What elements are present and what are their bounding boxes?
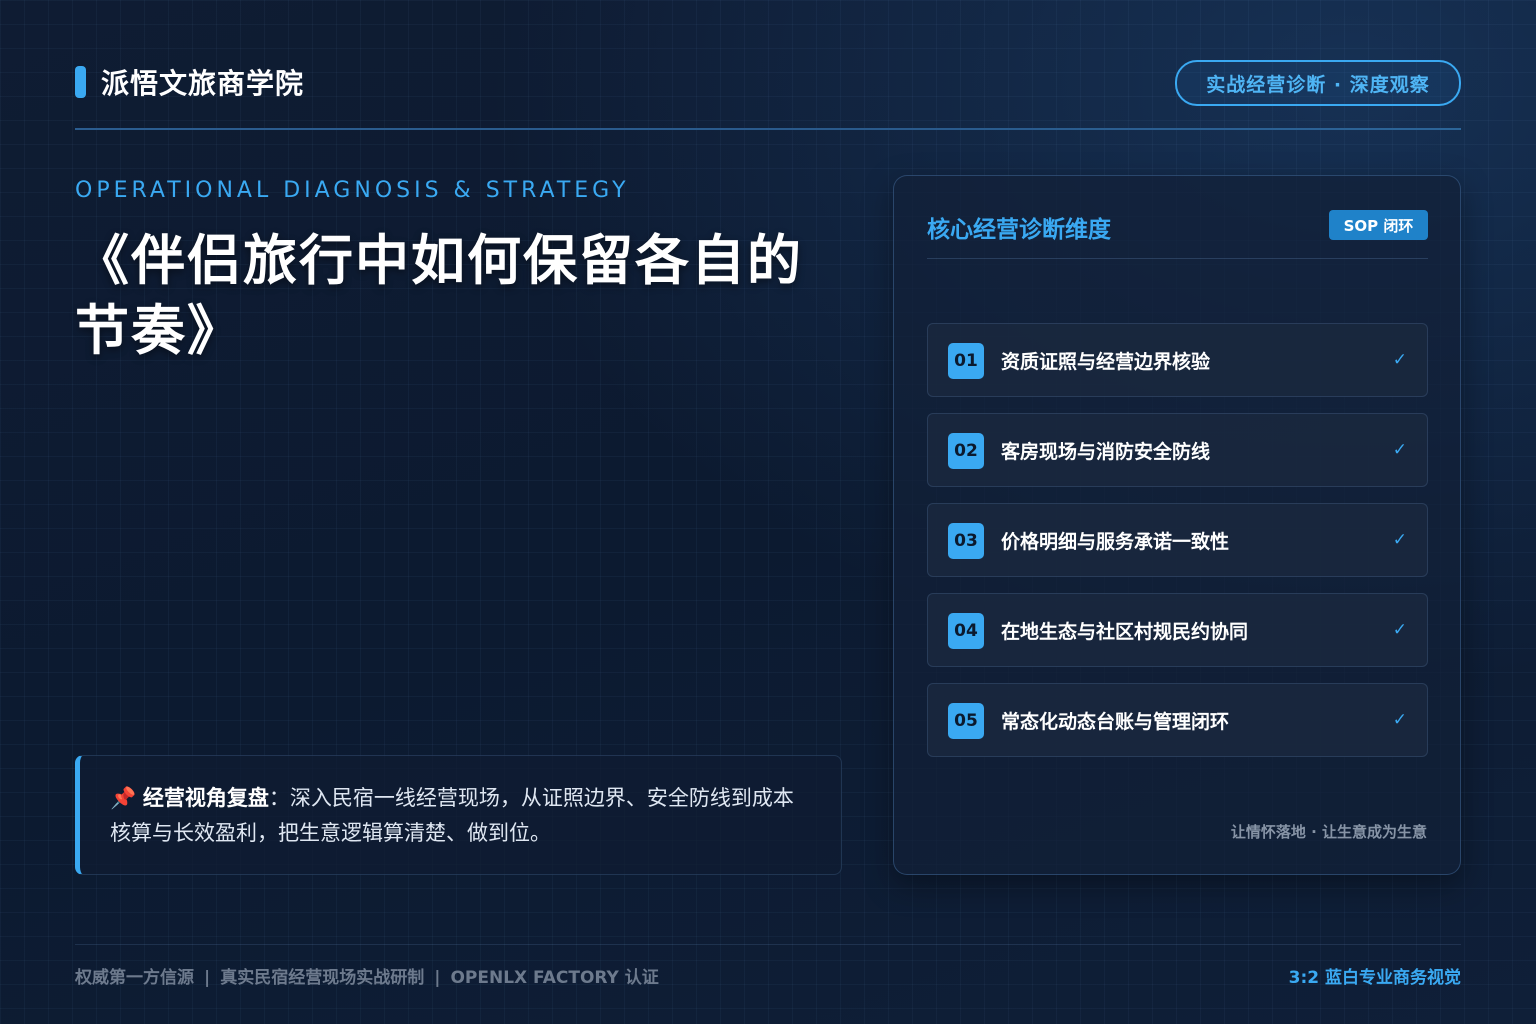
footer-format-label: 3:2 蓝白专业商务视觉 [1288, 968, 1461, 988]
dimension-label: 价格明细与服务承诺一致性 [1001, 530, 1230, 553]
panel-footer-slogan: 让情怀落地 · 让生意成为生意 [1230, 823, 1427, 841]
panel-title: 核心经营诊断维度 [927, 217, 1111, 243]
header-badge: 实战经营诊断 · 深度观察 [1175, 60, 1461, 106]
panel-divider [927, 258, 1428, 259]
dimension-label: 资质证照与经营边界核验 [1001, 350, 1211, 373]
footer-separator: | [204, 968, 211, 988]
footer-credits: 权威第一方信源 | 真实民宿经营现场实战研制 | OPENLX FACTORY 认证 [75, 963, 659, 988]
dimension-number: 02 [948, 433, 984, 469]
sop-tag: SOP 闭环 [1329, 210, 1428, 240]
dimension-item: 04 在地生态与社区村规民约协同 ✓ [927, 593, 1428, 667]
brand-name: 派悟文旅商学院 [101, 67, 305, 100]
check-icon: ✓ [1392, 350, 1407, 370]
note-box: 📌 经营视角复盘：深入民宿一线经营现场，从证照边界、安全防线到成本核算与长效盈利… [75, 755, 842, 875]
brand-accent-bar [75, 66, 86, 98]
eyebrow-text: OPERATIONAL DIAGNOSIS & STRATEGY [75, 178, 630, 203]
dimension-label: 常态化动态台账与管理闭环 [1001, 710, 1230, 733]
dimension-number: 04 [948, 613, 984, 649]
note-lead: 经营视角复盘 [142, 786, 269, 810]
footer-credit-item: 权威第一方信源 [75, 968, 194, 988]
check-icon: ✓ [1392, 530, 1407, 550]
diagnosis-panel: 核心经营诊断维度 SOP 闭环 01 资质证照与经营边界核验 ✓ 02 客房现场… [893, 175, 1461, 875]
footer-separator: | [434, 968, 441, 988]
footer-credit-item: OPENLX FACTORY 认证 [450, 968, 659, 988]
dimension-item: 01 资质证照与经营边界核验 ✓ [927, 323, 1428, 397]
pin-icon: 📌 [110, 786, 137, 810]
check-icon: ✓ [1392, 710, 1407, 730]
brand: 派悟文旅商学院 [75, 64, 304, 100]
check-icon: ✓ [1392, 440, 1407, 460]
dimension-number: 05 [948, 703, 984, 739]
dimension-item: 05 常态化动态台账与管理闭环 ✓ [927, 683, 1428, 757]
dimension-label: 在地生态与社区村规民约协同 [1001, 620, 1249, 643]
header-divider [75, 128, 1461, 130]
footer-credit-item: 真实民宿经营现场实战研制 [220, 968, 425, 988]
dimension-number: 03 [948, 523, 984, 559]
note-text: 📌 经营视角复盘：深入民宿一线经营现场，从证照边界、安全防线到成本核算与长效盈利… [110, 781, 811, 851]
dimension-item: 02 客房现场与消防安全防线 ✓ [927, 413, 1428, 487]
dimension-label: 客房现场与消防安全防线 [1001, 440, 1211, 463]
dimension-number: 01 [948, 343, 984, 379]
check-icon: ✓ [1392, 620, 1407, 640]
dimension-item: 03 价格明细与服务承诺一致性 ✓ [927, 503, 1428, 577]
page-title: 《伴侣旅行中如何保留各自的节奏》 [75, 229, 803, 362]
footer-divider [75, 944, 1461, 945]
